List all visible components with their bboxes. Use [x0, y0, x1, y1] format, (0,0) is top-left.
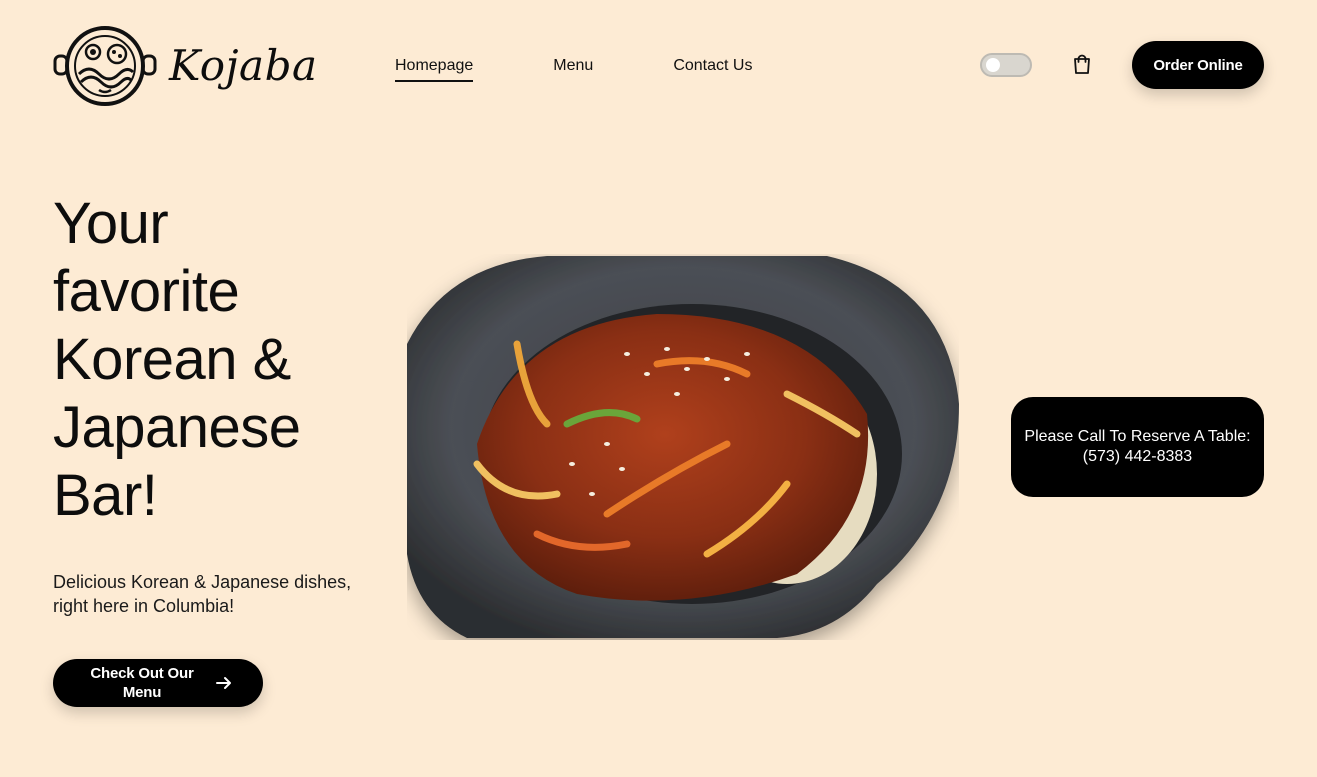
brand-logo[interactable]: Kojaba: [53, 24, 318, 108]
toggle-knob: [986, 58, 1000, 72]
theme-toggle[interactable]: [980, 53, 1032, 77]
check-out-menu-button[interactable]: Check Out Our Menu: [53, 659, 263, 707]
arrow-right-icon: [216, 677, 231, 689]
hero-subtext: Delicious Korean & Japanese dishes, righ…: [53, 572, 352, 616]
brand-name: Kojaba: [169, 41, 318, 90]
headline-line: Bar!: [53, 463, 158, 528]
headline-line: Korean &: [53, 327, 291, 392]
main-nav: Homepage Menu Contact Us: [395, 56, 752, 82]
reserve-text: Please Call To Reserve A Table:: [1024, 428, 1251, 445]
order-online-button[interactable]: Order Online: [1132, 41, 1264, 89]
reserve-phone[interactable]: (573) 442-8383: [1083, 447, 1192, 467]
nav-menu[interactable]: Menu: [553, 56, 593, 82]
nav-contact-us[interactable]: Contact Us: [673, 56, 752, 82]
homepage: Kojaba Homepage Menu Contact Us Order On…: [0, 0, 1317, 777]
shopping-bag-icon[interactable]: [1070, 52, 1094, 76]
headline-line: Your: [53, 191, 169, 256]
bowl-logo-icon: [53, 26, 157, 106]
headline-line: favorite: [53, 259, 240, 324]
hero-headline: Your favorite Korean & Japanese Bar!: [53, 190, 373, 530]
nav-homepage[interactable]: Homepage: [395, 56, 474, 82]
headline-line: Japanese: [53, 395, 301, 460]
food-bowl-image: [407, 256, 959, 638]
cta-label: Check Out Our Menu: [90, 665, 194, 701]
reserve-table-banner: Please Call To Reserve A Table: (573) 44…: [1011, 397, 1264, 497]
